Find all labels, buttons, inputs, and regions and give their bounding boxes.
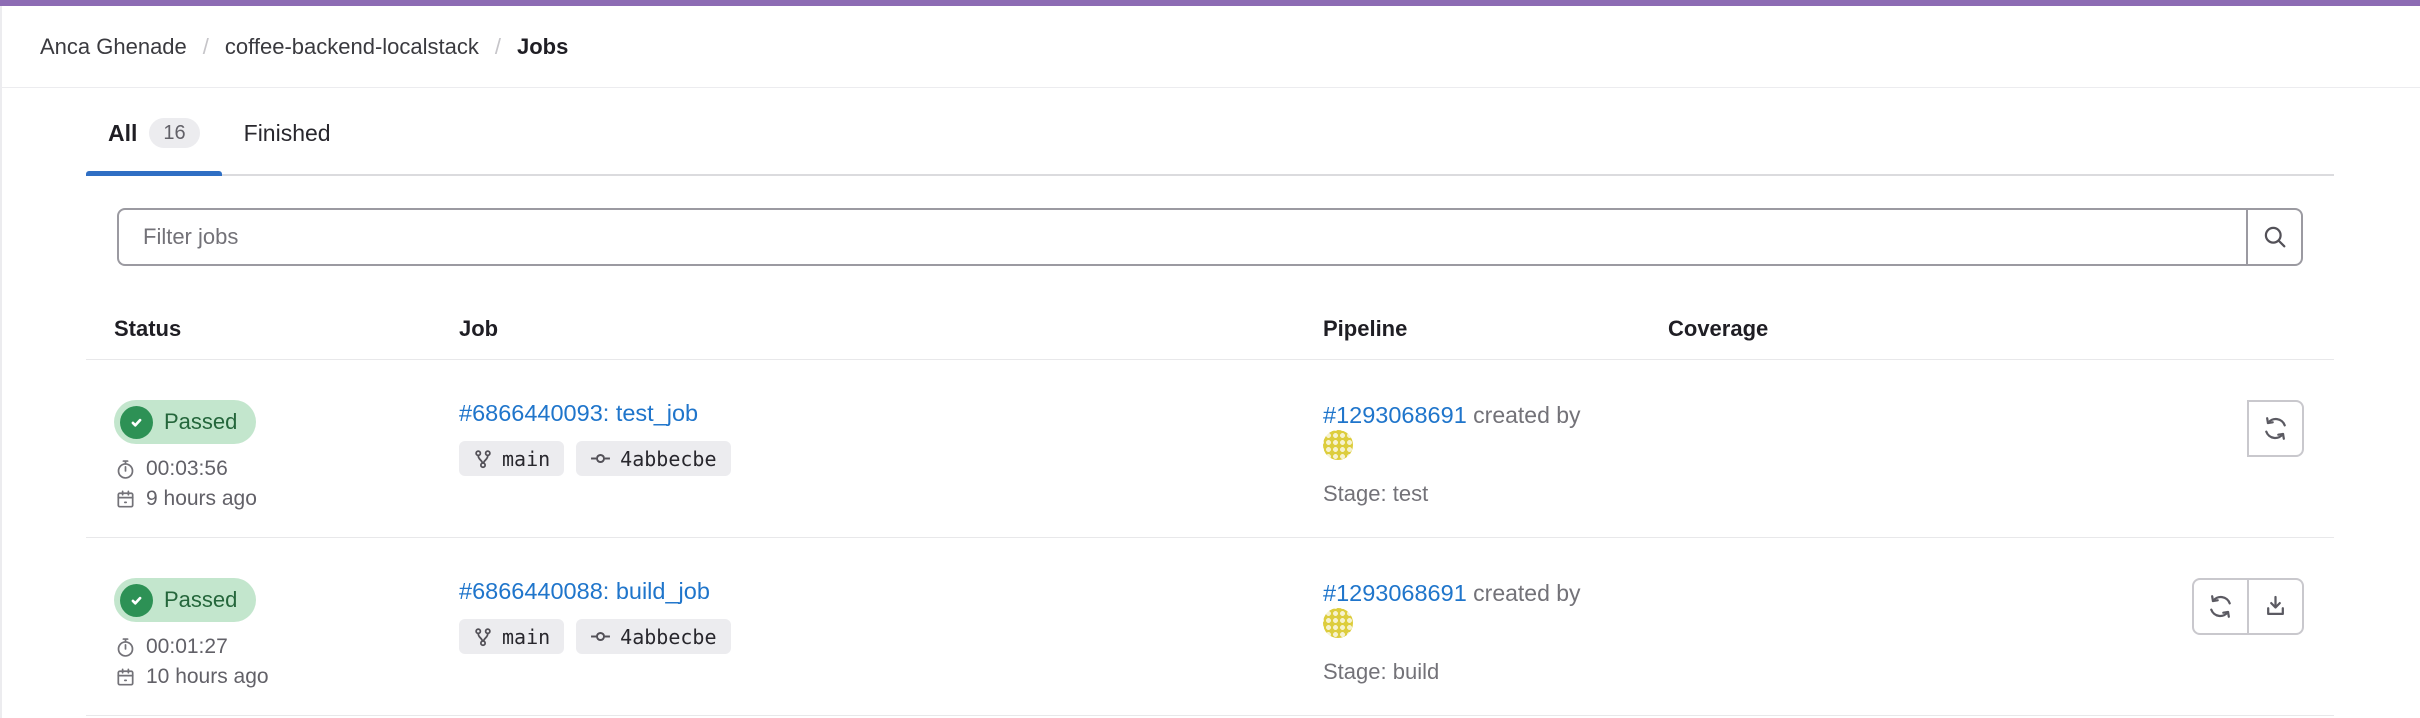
download-icon [2262, 593, 2289, 620]
branch-ref-badge[interactable]: main [459, 619, 564, 654]
job-duration: 00:01:27 [114, 635, 431, 659]
breadcrumb-project-link[interactable]: coffee-backend-localstack [225, 34, 479, 60]
header-pipeline: Pipeline [1295, 302, 1640, 359]
tab-all-label: All [108, 120, 137, 147]
pipeline-stage: Stage: build [1323, 659, 1640, 685]
calendar-icon [114, 666, 137, 689]
breadcrumb-separator: / [495, 34, 501, 60]
job-cell: #6866440088: build_job main 4abbecbe [431, 578, 1295, 689]
filter-bar [117, 208, 2303, 266]
pipeline-creator-avatar[interactable] [1323, 608, 1353, 638]
coverage-cell [1640, 400, 1985, 511]
timer-icon [114, 636, 137, 659]
calendar-icon [114, 488, 137, 511]
check-circle-icon [120, 584, 153, 617]
job-age: 10 hours ago [114, 665, 431, 689]
header-actions [1985, 302, 2334, 359]
pipeline-cell: #1293068691 created by Stage: build [1295, 578, 1640, 689]
timer-icon [114, 458, 137, 481]
actions-cell [1985, 578, 2334, 689]
retry-job-button[interactable] [2247, 400, 2304, 457]
branch-icon [473, 627, 493, 647]
breadcrumb-user-link[interactable]: Anca Ghenade [40, 34, 187, 60]
commit-icon [590, 626, 611, 647]
job-link[interactable]: #6866440088: build_job [459, 578, 710, 604]
pipeline-cell: #1293068691 created by Stage: test [1295, 400, 1640, 511]
tab-finished-label: Finished [244, 120, 331, 147]
status-badge-label: Passed [164, 587, 237, 613]
tab-all-count-badge: 16 [149, 118, 199, 148]
tab-all[interactable]: All 16 [86, 114, 222, 174]
retry-job-button[interactable] [2192, 578, 2249, 635]
jobs-table: Status Job Pipeline Coverage Passed [86, 302, 2334, 716]
pipeline-created-by-text: created by [1467, 402, 1581, 428]
status-cell: Passed 00:03:56 9 hours ago [86, 400, 431, 511]
job-duration: 00:03:56 [114, 457, 431, 481]
commit-sha-badge[interactable]: 4abbecbe [576, 619, 730, 654]
job-row: Passed 00:01:27 10 hours ago #6866440088… [86, 538, 2334, 716]
search-icon [2261, 223, 2289, 251]
status-cell: Passed 00:01:27 10 hours ago [86, 578, 431, 689]
header-coverage: Coverage [1640, 302, 1985, 359]
pipeline-stage: Stage: test [1323, 481, 1640, 507]
commit-icon [590, 448, 611, 469]
jobs-table-header: Status Job Pipeline Coverage [86, 302, 2334, 360]
breadcrumb-current-page: Jobs [517, 34, 568, 60]
status-badge-label: Passed [164, 409, 237, 435]
breadcrumb-separator: / [203, 34, 209, 60]
job-cell: #6866440093: test_job main 4abbecbe [431, 400, 1295, 511]
tab-finished[interactable]: Finished [222, 114, 353, 174]
pipeline-link[interactable]: #1293068691 [1323, 402, 1467, 428]
check-circle-icon [120, 406, 153, 439]
left-edge-divider [0, 6, 2, 718]
job-link[interactable]: #6866440093: test_job [459, 400, 698, 426]
branch-ref-badge[interactable]: main [459, 441, 564, 476]
retry-icon [2207, 593, 2234, 620]
commit-sha-badge[interactable]: 4abbecbe [576, 441, 730, 476]
pipeline-creator-avatar[interactable] [1323, 430, 1353, 460]
pipeline-created-by-text: created by [1467, 580, 1581, 606]
breadcrumb: Anca Ghenade / coffee-backend-localstack… [0, 6, 2420, 88]
status-badge-passed[interactable]: Passed [114, 400, 256, 444]
retry-icon [2262, 415, 2289, 442]
job-row: Passed 00:03:56 9 hours ago #6866440093:… [86, 360, 2334, 538]
coverage-cell [1640, 578, 1985, 689]
header-status: Status [86, 302, 431, 359]
job-age: 9 hours ago [114, 487, 431, 511]
download-artifacts-button[interactable] [2247, 578, 2304, 635]
status-badge-passed[interactable]: Passed [114, 578, 256, 622]
filter-jobs-input[interactable] [117, 208, 2246, 266]
header-job: Job [431, 302, 1295, 359]
jobs-tabs: All 16 Finished [86, 114, 2334, 176]
search-button[interactable] [2246, 208, 2303, 266]
branch-icon [473, 449, 493, 469]
pipeline-link[interactable]: #1293068691 [1323, 580, 1467, 606]
actions-cell [1985, 400, 2334, 511]
